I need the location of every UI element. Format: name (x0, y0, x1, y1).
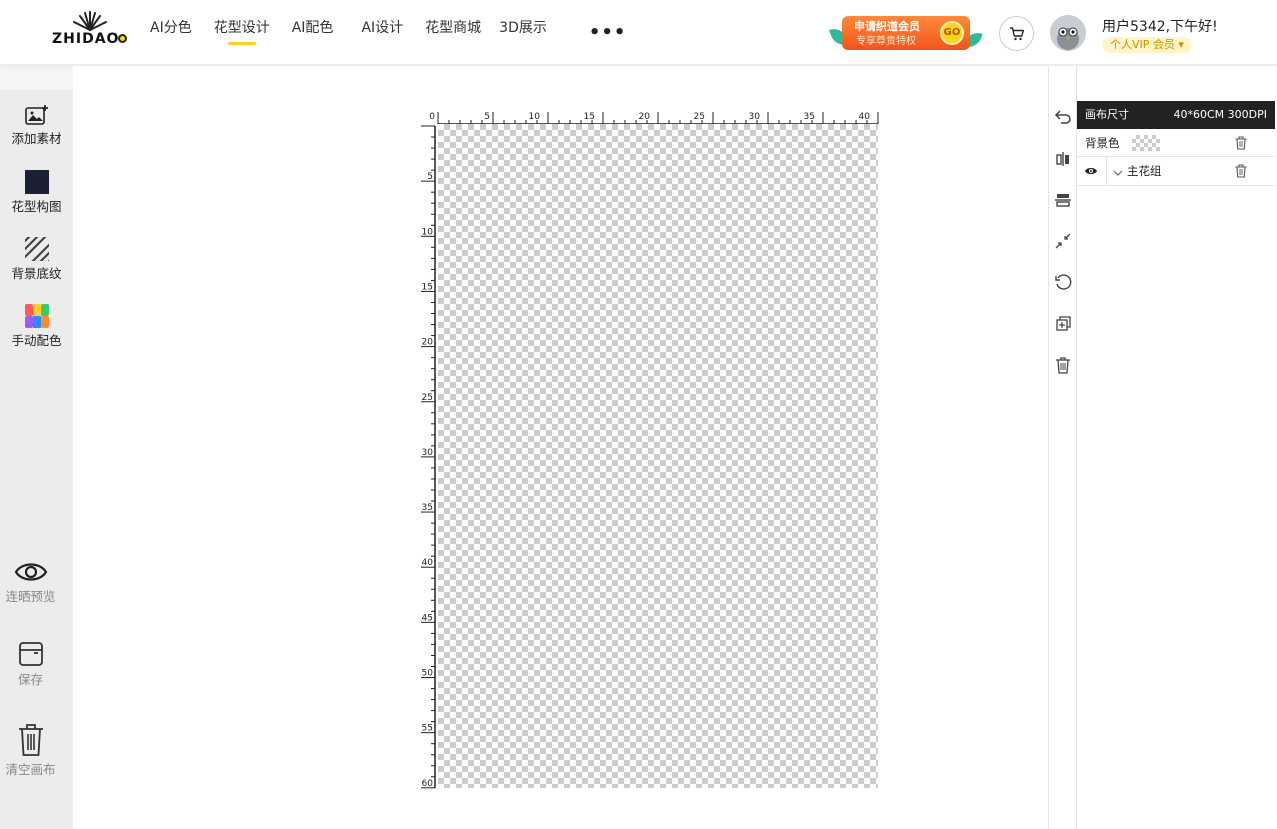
canvas-size-value: 40*60CM 300DPI (1173, 108, 1267, 121)
shrink-icon[interactable] (1054, 232, 1072, 250)
trash-icon (18, 724, 43, 756)
cart-button[interactable] (999, 16, 1034, 51)
owl-avatar-icon (1050, 15, 1086, 51)
background-texture-label: 背景底纹 (11, 266, 62, 281)
left-ruler-label: 30 (422, 448, 434, 458)
design-workspace: 0 5 10 15 20 25 30 35 40 5 10 15 20 25 30 35 40 45 50 55 60 (73, 66, 1048, 829)
left-ruler-label: 35 (422, 503, 433, 513)
top-ruler-label: 20 (639, 112, 651, 122)
left-ruler-label: 25 (422, 393, 433, 403)
left-ruler-label: 45 (422, 613, 433, 623)
logo-dot-icon (118, 34, 127, 43)
nav-3d-display[interactable]: 3D展示 (499, 0, 547, 65)
nav-ai-design[interactable]: AI设计 (361, 0, 403, 65)
manual-color-label: 手动配色 (11, 333, 62, 348)
left-ruler-label: 60 (422, 779, 434, 789)
vip-level-dropdown[interactable]: 个人VIP 会员 ▾ (1102, 37, 1192, 53)
vip-apply-banner[interactable]: 申请织道会员 专享尊贵特权 GO (829, 13, 983, 53)
background-texture-button[interactable]: 背景底纹 (0, 237, 73, 282)
row-divider (1106, 157, 1107, 186)
nav-ai-coloring[interactable]: AI配色 (292, 0, 334, 65)
save-label: 保存 (17, 672, 43, 687)
canvas-size-label: 画布尺寸 (1085, 108, 1129, 121)
add-image-icon (24, 105, 48, 125)
logo-rays-icon (73, 11, 107, 31)
trash-icon[interactable] (1235, 164, 1247, 178)
avatar[interactable] (1050, 15, 1086, 51)
pattern-layout-button[interactable]: 花型构图 (0, 170, 73, 215)
eye-visibility-icon[interactable] (1084, 166, 1098, 176)
eye-icon (14, 563, 47, 581)
left-ruler-label: 15 (422, 282, 433, 292)
color-palette-icon (24, 304, 49, 328)
background-color-row[interactable]: 背景色 (1077, 129, 1275, 157)
left-ruler-label: 50 (422, 669, 434, 679)
delete-icon[interactable] (1054, 356, 1072, 374)
canvas-size-header[interactable]: 画布尺寸 40*60CM 300DPI (1077, 101, 1275, 129)
layer-name: 主花组 (1127, 164, 1162, 178)
background-color-swatch[interactable] (1132, 135, 1160, 151)
nav-more-button[interactable]: ••• (589, 5, 627, 61)
left-ruler: 5 10 15 20 25 30 35 40 45 50 55 60 (421, 125, 436, 789)
top-ruler-label: 10 (529, 112, 541, 122)
left-ruler-label: 5 (427, 172, 433, 182)
top-ruler-label: 30 (749, 112, 761, 122)
vip-go-button[interactable]: GO (940, 21, 964, 45)
clear-canvas-button[interactable]: 清空画布 (0, 723, 67, 778)
top-ruler-label: 40 (859, 112, 871, 122)
top-ruler-label: 25 (694, 112, 705, 122)
vip-banner-subtitle: 专享尊贵特权 (856, 36, 916, 47)
manual-color-button[interactable]: 手动配色 (0, 304, 73, 349)
save-icon (18, 642, 43, 666)
pattern-layout-label: 花型构图 (11, 199, 62, 214)
left-ruler-label: 10 (422, 227, 434, 237)
layout-square-icon (24, 170, 49, 194)
top-header: ZHIDAO AI分色 花型设计 AI配色 AI设计 花型商城 3D展示 •••… (0, 0, 1277, 65)
add-material-label: 添加素材 (11, 131, 62, 146)
align-icon[interactable] (1054, 191, 1072, 209)
left-toolbar: 添加素材 花型构图 背景底纹 手动配色 连晒预览 保存 清空画布 (0, 90, 73, 829)
mirror-icon[interactable] (1054, 150, 1072, 168)
trash-icon[interactable] (1235, 136, 1247, 150)
layer-row-main-group[interactable]: 主花组 (1077, 157, 1275, 186)
top-ruler-label: 15 (584, 112, 595, 122)
user-greeting: 用户5342,下午好! (1102, 19, 1218, 35)
add-material-button[interactable]: 添加素材 (0, 104, 73, 147)
repeat-preview-label: 连晒预览 (5, 589, 56, 604)
top-ruler-label: 5 (484, 112, 490, 122)
left-ruler-label: 55 (422, 724, 433, 734)
nav-pattern-mall[interactable]: 花型商城 (425, 0, 481, 65)
repeat-preview-button[interactable]: 连晒预览 (0, 560, 67, 605)
background-color-label: 背景色 (1085, 136, 1120, 150)
save-button[interactable]: 保存 (0, 641, 67, 688)
app-root: ZHIDAO AI分色 花型设计 AI配色 AI设计 花型商城 3D展示 •••… (0, 0, 1277, 829)
layer-panel: 画布尺寸 40*60CM 300DPI 背景色 主花组 (1077, 66, 1277, 829)
right-tool-column (1048, 66, 1077, 829)
zhidao-logo[interactable]: ZHIDAO (52, 10, 128, 50)
nav-pattern-design[interactable]: 花型设计 (214, 0, 270, 65)
nav-ai-separation[interactable]: AI分色 (150, 0, 192, 65)
left-ruler-label: 40 (422, 558, 434, 568)
cart-icon (1009, 26, 1024, 40)
top-ruler-label: 35 (804, 112, 815, 122)
top-ruler-label: 0 (429, 112, 435, 122)
chevron-down-icon[interactable] (1113, 169, 1123, 177)
undo-icon[interactable] (1054, 107, 1072, 125)
rotate-icon[interactable] (1054, 274, 1072, 292)
duplicate-icon[interactable] (1054, 315, 1072, 333)
stripes-icon (24, 237, 49, 261)
design-canvas[interactable] (438, 124, 878, 788)
left-ruler-label: 20 (422, 338, 434, 348)
logo-text: ZHIDAO (52, 31, 120, 47)
main-nav: AI分色 花型设计 AI配色 AI设计 花型商城 3D展示 ••• (150, 0, 626, 65)
clear-canvas-label: 清空画布 (5, 762, 56, 777)
